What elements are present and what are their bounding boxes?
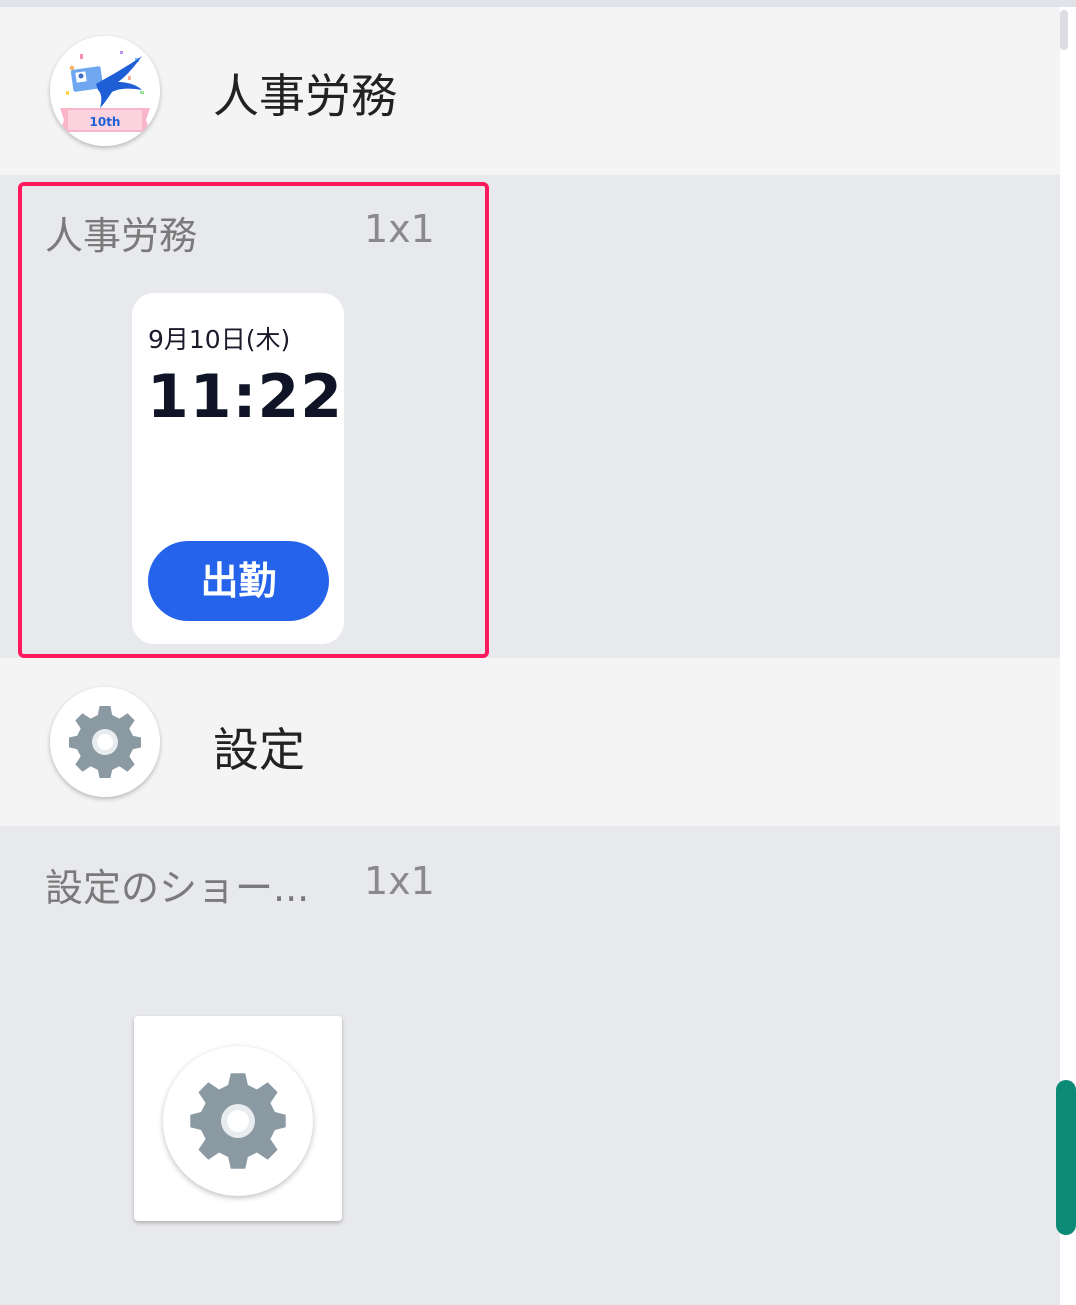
widget-label-settings: 設定のショー... xyxy=(45,866,310,910)
scrollbar-top-cap xyxy=(1060,10,1068,50)
app-header-hr[interactable]: 10th xyxy=(0,7,1060,175)
widget-size-settings: 1x1 xyxy=(364,859,435,903)
scrollbar-thumb[interactable] xyxy=(1056,1080,1076,1235)
app-title-hr: 人事労務 xyxy=(213,69,397,123)
top-divider xyxy=(0,0,1076,7)
app-header-settings[interactable] xyxy=(0,658,1060,826)
settings-shortcut-gear-icon xyxy=(163,1046,313,1196)
gear-icon xyxy=(50,687,160,797)
app-title-settings: 設定 xyxy=(213,723,305,777)
svg-text:10th: 10th xyxy=(90,115,121,129)
selected-widget-highlight xyxy=(18,182,489,658)
hr-app-10th-anniversary-icon: 10th xyxy=(50,36,160,146)
